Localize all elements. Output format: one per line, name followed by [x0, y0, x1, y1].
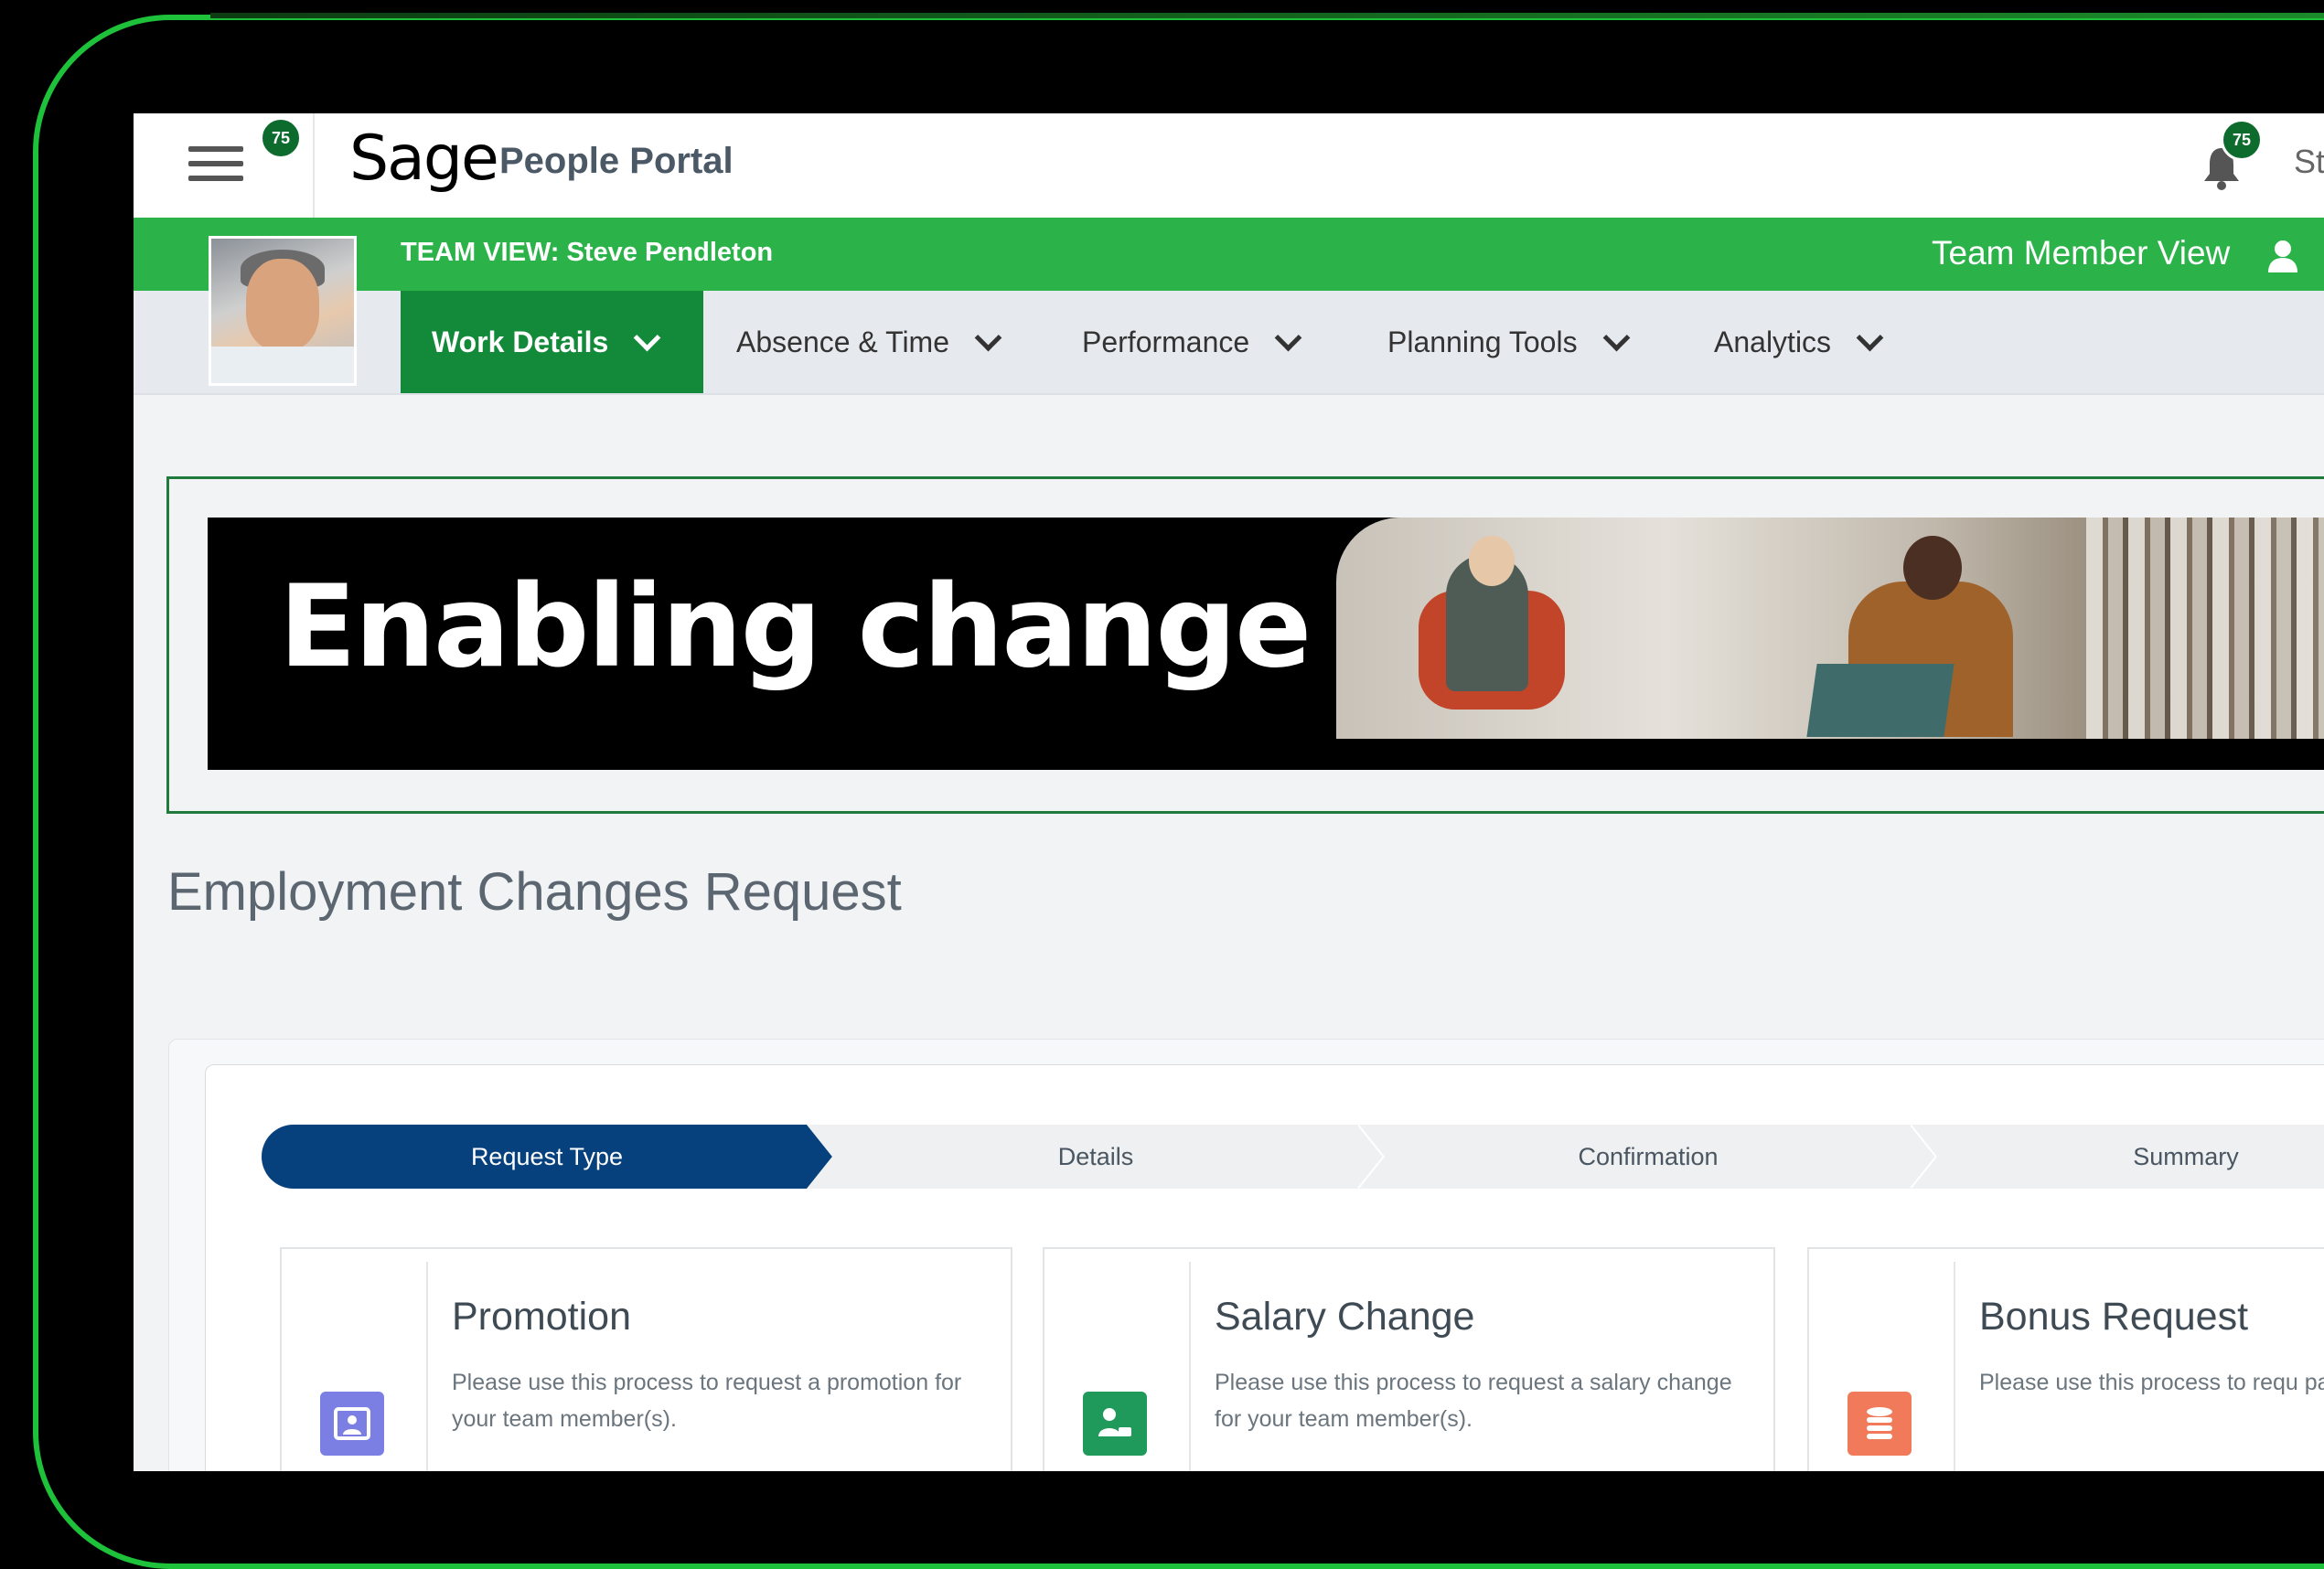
nav-label: Planning Tools	[1387, 325, 1578, 358]
nav-label: Performance	[1082, 325, 1250, 358]
team-bar: TEAM VIEW: Steve Pendleton Team Member V…	[134, 218, 2324, 291]
promotion-icon	[320, 1392, 384, 1456]
banner: Enabling change	[208, 518, 2324, 770]
frame-accent-line	[210, 13, 2324, 18]
step-request-type[interactable]: Request Type	[262, 1125, 832, 1189]
team-member-view-button[interactable]: Team Member View	[1932, 234, 2230, 272]
step-label: Request Type	[470, 1142, 624, 1170]
tile-divider	[1954, 1262, 1955, 1471]
step-confirmation[interactable]: Confirmation	[1359, 1125, 1937, 1189]
tile-bonus-request[interactable]: Bonus Request Please use this process to…	[1807, 1247, 2324, 1471]
tile-title: Bonus Request	[1979, 1295, 2249, 1339]
tile-promotion[interactable]: Promotion Please use this process to req…	[280, 1247, 1012, 1471]
tile-description: Please use this process to request a sal…	[1215, 1370, 1732, 1432]
team-view-title: TEAM VIEW: Steve Pendleton	[401, 238, 774, 267]
nav-absence-time[interactable]: Absence & Time	[736, 291, 1002, 393]
chevron-down-icon	[1602, 324, 1630, 351]
step-label: Summary	[2133, 1142, 2239, 1170]
nav-label: Absence & Time	[736, 325, 949, 358]
nav-label: Analytics	[1714, 325, 1832, 358]
person-icon[interactable]	[2265, 238, 2301, 274]
chevron-down-icon	[1274, 324, 1302, 351]
step-summary[interactable]: Summary	[1912, 1125, 2324, 1189]
nav-label: Work Details	[432, 325, 609, 358]
step-label: Details	[1057, 1142, 1134, 1170]
step-shape	[1912, 1125, 2324, 1189]
banner-photo	[1336, 518, 2324, 739]
step-details[interactable]: Details	[807, 1125, 1385, 1189]
banner-container: Enabling change	[166, 476, 2324, 814]
tile-divider	[426, 1262, 428, 1471]
main-nav: Work Details Absence & Time Performance …	[134, 291, 2324, 395]
tile-title: Salary Change	[1215, 1295, 1475, 1339]
portal-title: People Portal	[499, 141, 734, 181]
menu-icon[interactable]	[188, 146, 243, 185]
chevron-down-icon	[974, 324, 1002, 351]
nav-planning-tools[interactable]: Planning Tools	[1387, 291, 1630, 393]
user-name[interactable]: St	[2294, 143, 2324, 181]
menu-badge: 75	[260, 117, 302, 159]
chevron-down-icon	[633, 324, 661, 351]
tile-description: Please use this process to request a pro…	[452, 1370, 962, 1432]
header-divider	[313, 113, 315, 218]
tile-salary-change[interactable]: Salary Change Please use this process to…	[1043, 1247, 1775, 1471]
tile-title: Promotion	[452, 1295, 631, 1339]
avatar[interactable]	[209, 236, 357, 386]
page-title: Employment Changes Request	[167, 862, 902, 922]
nav-work-details[interactable]: Work Details	[401, 291, 703, 393]
nav-analytics[interactable]: Analytics	[1714, 291, 1884, 393]
banner-headline: Enabling change	[279, 561, 1312, 693]
sage-logo[interactable]: Sage	[349, 123, 499, 195]
tile-divider	[1189, 1262, 1191, 1471]
coins-icon	[1847, 1392, 1912, 1456]
chevron-down-icon	[1856, 324, 1884, 351]
app-screen: 75 Sage People Portal 75 St TEAM VIEW: S…	[134, 113, 2324, 1471]
salary-icon	[1083, 1392, 1147, 1456]
notification-badge: 75	[2221, 119, 2263, 161]
top-header: 75 Sage People Portal 75 St	[134, 113, 2324, 218]
nav-performance[interactable]: Performance	[1082, 291, 1302, 393]
tile-description: Please use this process to requ payment …	[1979, 1370, 2324, 1395]
step-label: Confirmation	[1578, 1142, 1719, 1170]
